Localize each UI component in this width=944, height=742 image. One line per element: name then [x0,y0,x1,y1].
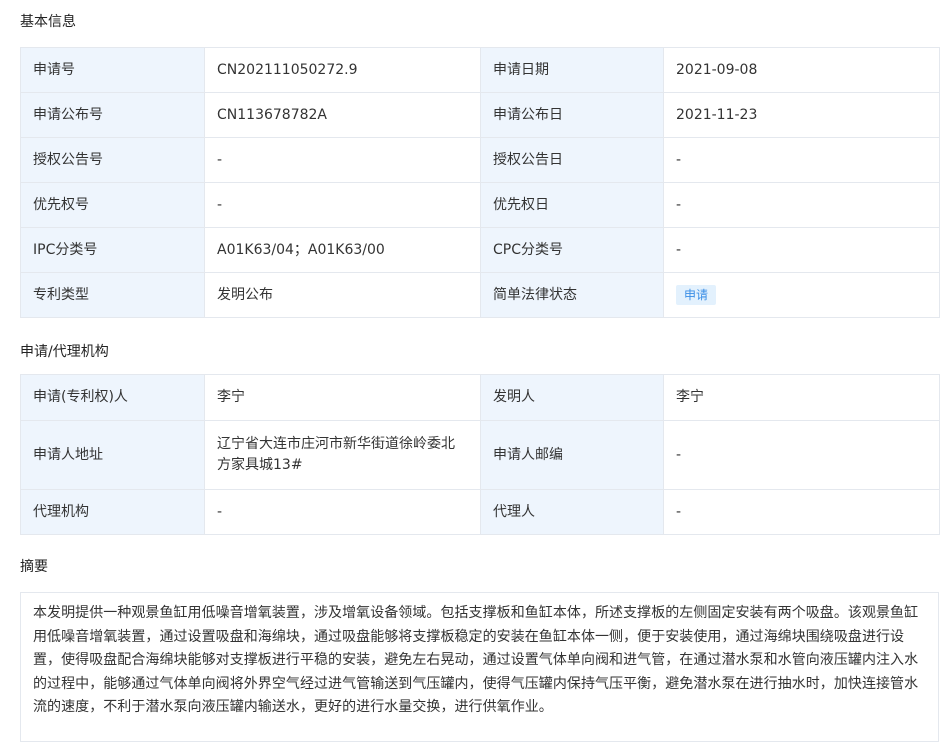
publication-date-value: 2021-11-23 [663,92,940,138]
ipc-class-label: IPC分类号 [20,227,205,273]
agent-label: 代理人 [480,489,664,535]
applicant-zip-label: 申请人邮编 [480,420,664,490]
applicant-address-value: 辽宁省大连市庄河市新华街道徐岭委北方家具城13# [204,420,481,490]
publication-number-value: CN113678782A [204,92,481,138]
abstract-text: 本发明提供一种观景鱼缸用低噪音增氧装置，涉及增氧设备领域。包括支撑板和鱼缸本体，… [20,592,939,742]
table-row: 代理机构 - 代理人 - [20,489,940,535]
ipc-class-value: A01K63/04；A01K63/00 [204,227,481,273]
table-row: 申请号 CN202111050272.9 申请日期 2021-09-08 [20,47,940,93]
grant-number-label: 授权公告号 [20,137,205,183]
priority-date-value: - [663,182,940,228]
legal-status-label: 简单法律状态 [480,272,664,318]
application-number-value: CN202111050272.9 [204,47,481,93]
table-row: 优先权号 - 优先权日 - [20,182,940,228]
applicant-address-label: 申请人地址 [20,420,205,490]
priority-number-label: 优先权号 [20,182,205,228]
agent-value: - [663,489,940,535]
table-row: IPC分类号 A01K63/04；A01K63/00 CPC分类号 - [20,227,940,273]
table-row: 申请(专利权)人 李宁 发明人 李宁 [20,374,940,421]
table-row: 申请人地址 辽宁省大连市庄河市新华街道徐岭委北方家具城13# 申请人邮编 - [20,420,940,490]
agency-info-title: 申请/代理机构 [20,344,109,360]
cpc-class-value: - [663,227,940,273]
cpc-class-label: CPC分类号 [480,227,664,273]
agency-info-table: 申请(专利权)人 李宁 发明人 李宁 申请人地址 辽宁省大连市庄河市新华街道徐岭… [20,374,940,535]
patent-type-value: 发明公布 [204,272,481,318]
table-row: 申请公布号 CN113678782A 申请公布日 2021-11-23 [20,92,940,138]
grant-date-label: 授权公告日 [480,137,664,183]
priority-date-label: 优先权日 [480,182,664,228]
agency-label: 代理机构 [20,489,205,535]
abstract-title: 摘要 [20,559,48,575]
grant-date-value: - [663,137,940,183]
inventor-value: 李宁 [663,374,940,421]
priority-number-value: - [204,182,481,228]
agency-value: - [204,489,481,535]
grant-number-value: - [204,137,481,183]
inventor-label: 发明人 [480,374,664,421]
basic-info-table: 申请号 CN202111050272.9 申请日期 2021-09-08 申请公… [20,47,940,318]
applicant-value: 李宁 [204,374,481,421]
applicant-label: 申请(专利权)人 [20,374,205,421]
legal-status-badge: 申请 [676,284,717,305]
publication-number-label: 申请公布号 [20,92,205,138]
table-row: 授权公告号 - 授权公告日 - [20,137,940,183]
application-number-label: 申请号 [20,47,205,93]
application-date-label: 申请日期 [480,47,664,93]
legal-status-cell: 申请 [663,272,940,318]
patent-type-label: 专利类型 [20,272,205,318]
application-date-value: 2021-09-08 [663,47,940,93]
applicant-zip-value: - [663,420,940,490]
basic-info-title: 基本信息 [20,14,76,30]
publication-date-label: 申请公布日 [480,92,664,138]
table-row: 专利类型 发明公布 简单法律状态 申请 [20,272,940,318]
